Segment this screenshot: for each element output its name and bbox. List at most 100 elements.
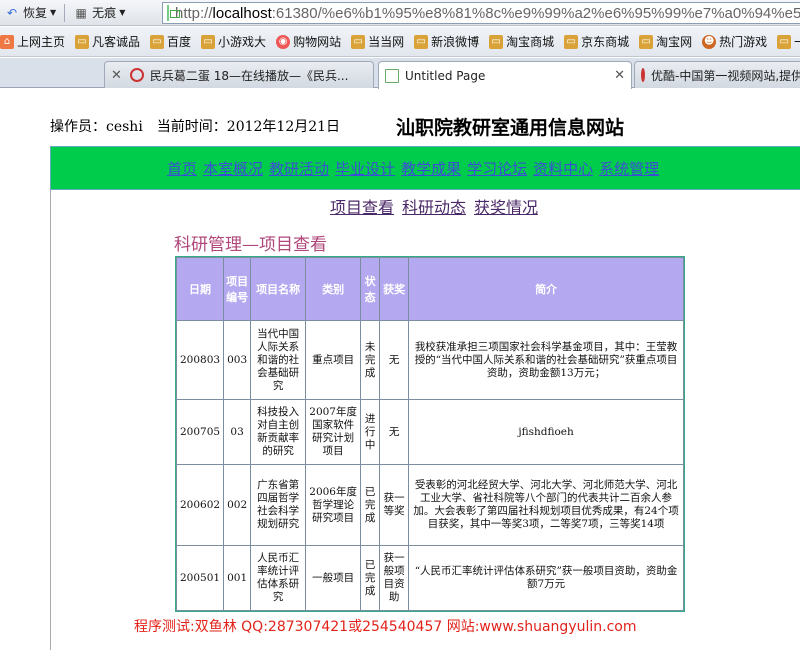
folder-icon: ▭ <box>75 34 90 49</box>
cell-date: 200803 <box>177 321 224 399</box>
favorite-label: 新浪微博 <box>431 35 480 49</box>
favorite-label: 凡客诚品 <box>92 35 141 49</box>
folder-icon: ▭ <box>489 34 504 49</box>
favorite-label: 热门游戏 <box>719 35 768 49</box>
close-icon[interactable]: ✕ <box>111 68 122 83</box>
browser-tab-active[interactable]: Untitled Page ✕ <box>378 61 632 89</box>
cell-award: 获一般项目资助 <box>380 546 409 610</box>
cell-category: 2007年度国家软件研究计划项目 <box>306 400 361 464</box>
page-header: 操作员：ceshi 当前时间：2012年12月21日 汕职院教研室通用信息网站 <box>50 113 800 139</box>
folder-icon: ▭ <box>639 34 654 49</box>
nav-graduation-design[interactable]: 毕业设计 <box>335 158 395 179</box>
favorite-item[interactable]: ▭ 当当网 <box>351 33 404 50</box>
header-description: 简介 <box>409 258 683 320</box>
browser-tab[interactable]: 优酷-中国第一视频网站,提供视频播放... <box>634 61 800 88</box>
cell-description: 我校获准承担三项国家社会科学基金项目，其中：王莹教授的“当代中国人际关系和谐的社… <box>409 321 683 399</box>
cell-category: 一般项目 <box>306 546 361 610</box>
cell-project-no: 002 <box>224 465 251 545</box>
page-icon <box>385 68 399 83</box>
table-row: 200602 002 广东省第四届哲学社会科学规划研究 2006年度哲学理论研究… <box>177 465 683 545</box>
favorite-item[interactable]: ▭ 新浪微博 <box>414 33 479 50</box>
cell-description: jfishdfioeh <box>409 400 683 464</box>
favorite-label: 小游戏大 <box>218 35 267 49</box>
nav-forum[interactable]: 学习论坛 <box>467 158 527 179</box>
header-date: 日期 <box>177 258 224 320</box>
cell-project-no: 03 <box>224 400 251 464</box>
restore-button[interactable]: ↶ 恢复 ▼ <box>0 2 60 24</box>
favorite-item[interactable]: ⌂ 上网主页 <box>0 33 65 50</box>
cell-project-no: 001 <box>224 546 251 610</box>
favorite-item[interactable]: ▭ 淘宝网 <box>639 33 692 50</box>
cell-status: 进行中 <box>361 400 380 464</box>
subnav-research-news[interactable]: 科研动态 <box>402 194 466 218</box>
favorite-item[interactable]: ▭ 淘宝商城 <box>489 33 554 50</box>
browser-tab[interactable]: ✕ 民兵葛二蛋 18—在线播放—《民兵... <box>104 61 374 88</box>
address-host: localhost <box>212 4 272 22</box>
cell-award: 无 <box>380 400 409 464</box>
incognito-icon: ▦ <box>75 5 87 20</box>
home-icon: ⌂ <box>0 34 14 49</box>
cell-status: 已完成 <box>361 546 380 610</box>
header-status: 状态 <box>361 258 380 320</box>
cell-status: 已完成 <box>361 465 380 545</box>
address-bar[interactable]: http://localhost:61380/%e6%b1%95%e8%81%8… <box>162 2 800 24</box>
site-title: 汕职院教研室通用信息网站 <box>396 117 625 139</box>
favorite-item[interactable]: ▭ 凡客诚品 <box>75 33 140 50</box>
tab-label: 民兵葛二蛋 18—在线播放—《民兵... <box>149 68 349 83</box>
folder-icon: ▭ <box>777 34 792 49</box>
folder-icon: ▭ <box>351 34 366 49</box>
folder-icon: ▭ <box>414 34 429 49</box>
folder-icon: ▭ <box>201 34 216 49</box>
close-icon[interactable]: ✕ <box>614 68 625 83</box>
cell-project-name: 科技投入对自主创新贡献率的研究 <box>251 400 306 464</box>
cell-project-name: 人民币汇率统计评估体系研究 <box>251 546 306 610</box>
nav-resources[interactable]: 资料中心 <box>533 158 593 179</box>
favorite-item[interactable]: ▭ 京东商城 <box>564 33 629 50</box>
table-header-row: 日期 项目编号 项目名称 类别 状态 获奖 简介 <box>177 258 683 320</box>
folder-icon: ▭ <box>564 34 579 49</box>
header-award: 获奖 <box>380 258 409 320</box>
header-category: 类别 <box>306 258 361 320</box>
back-arrow-icon: ↶ <box>6 5 18 20</box>
chevron-down-icon: ▼ <box>119 8 126 17</box>
cell-date: 200501 <box>177 546 224 610</box>
cell-award: 无 <box>380 321 409 399</box>
table-row: 200501 001 人民币汇率统计评估体系研究 一般项目 已完成 获一般项目资… <box>177 546 683 610</box>
favorite-label: 淘宝商城 <box>506 35 555 49</box>
nav-home[interactable]: 首页 <box>167 158 197 179</box>
nav-system[interactable]: 系统管理 <box>599 158 659 179</box>
footer-credit: 程序测试:双鱼林 QQ:287307421或254540457 网站:www.s… <box>134 619 637 635</box>
subnav-awards[interactable]: 获奖情况 <box>474 194 538 218</box>
project-table: 日期 项目编号 项目名称 类别 状态 获奖 简介 200803 003 当代中国… <box>175 256 685 612</box>
favorite-item[interactable]: ▭一淘 <box>777 33 800 50</box>
nav-achievements[interactable]: 教学成果 <box>401 158 461 179</box>
favorite-item[interactable]: ☻ 热门游戏 <box>702 33 767 50</box>
favorite-item[interactable]: ▭ 小游戏大 <box>201 33 266 50</box>
web-page: 操作员：ceshi 当前时间：2012年12月21日 汕职院教研室通用信息网站 … <box>0 89 800 650</box>
video-icon <box>641 68 645 82</box>
table-row: 200803 003 当代中国人际关系和谐的社会基础研究 重点项目 未完成 无 … <box>177 321 683 399</box>
tab-label: Untitled Page <box>405 68 486 83</box>
nav-overview[interactable]: 本室概况 <box>203 158 263 179</box>
shopping-icon: ◉ <box>276 34 291 49</box>
video-icon <box>129 68 144 82</box>
tab-label: 优酷-中国第一视频网站,提供视频播放... <box>651 68 800 83</box>
sub-nav: 项目查看 科研动态 获奖情况 <box>330 194 546 218</box>
favorite-item[interactable]: ▭ 百度 <box>150 33 191 50</box>
toolbar-separator <box>64 3 66 22</box>
game-icon: ☻ <box>702 34 717 49</box>
privacy-button[interactable]: ▦ 无痕 ▼ <box>69 2 129 24</box>
table-row: 200705 03 科技投入对自主创新贡献率的研究 2007年度国家软件研究计划… <box>177 400 683 464</box>
favorites-bar: ⌂ 上网主页 ▭ 凡客诚品 ▭ 百度 ▭ 小游戏大 ◉ 购物网站 ▭ 当当网 ▭ 新浪微博 ▭… <box>0 27 800 57</box>
nav-activities[interactable]: 教研活动 <box>269 158 329 179</box>
cell-status: 未完成 <box>361 321 380 399</box>
address-rest: :61380/%e6%b1%95%e8%81%8c%e9%99%a2%e6%95… <box>271 4 800 22</box>
address-prefix: http:// <box>175 4 213 22</box>
section-title: 科研管理—项目查看 <box>174 235 327 255</box>
chevron-down-icon: ▼ <box>50 8 57 17</box>
favorite-item[interactable]: ◉ 购物网站 <box>276 33 341 50</box>
privacy-label: 无痕 <box>92 6 117 20</box>
favorite-label: 当当网 <box>368 35 405 49</box>
subnav-project-view[interactable]: 项目查看 <box>330 194 394 218</box>
cell-date: 200705 <box>177 400 224 464</box>
